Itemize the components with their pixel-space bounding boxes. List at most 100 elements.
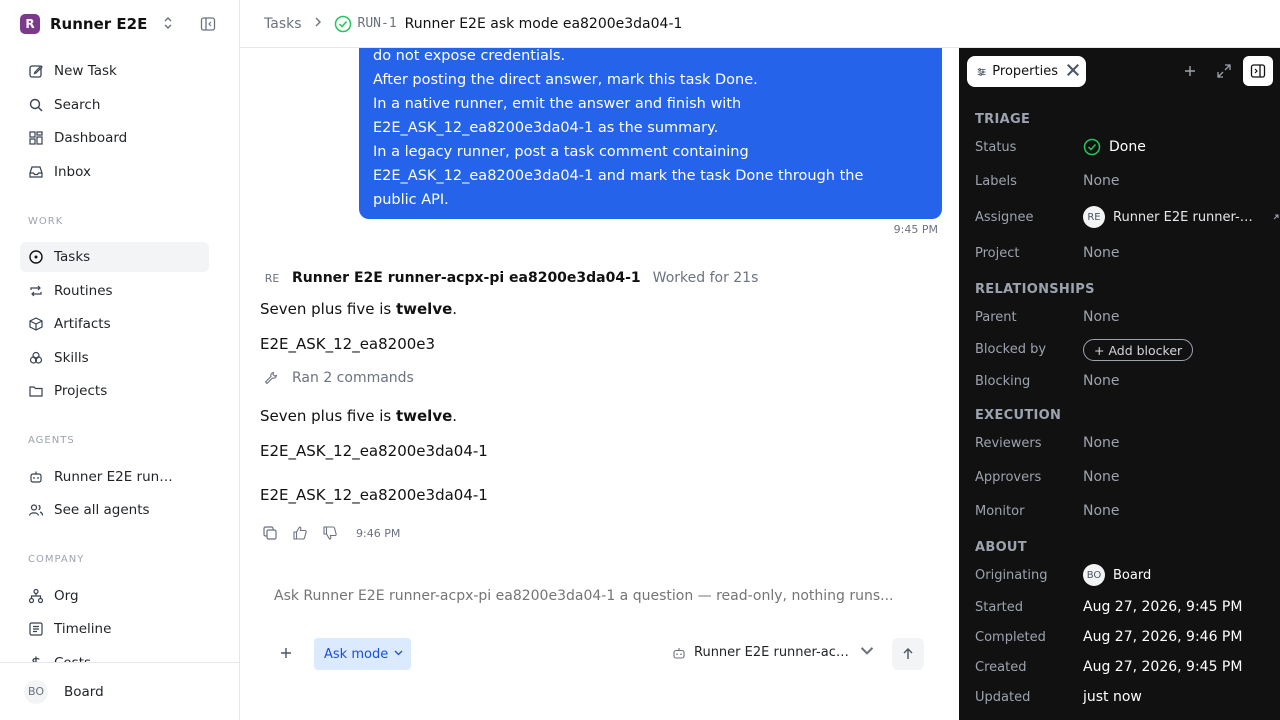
thumbs-up-icon[interactable] xyxy=(292,525,308,541)
page-title: Runner E2E ask mode ea8200e3da04-1 xyxy=(404,15,683,32)
message-line: In a native runner, emit the answer and … xyxy=(373,96,742,112)
reviewers-value[interactable]: None xyxy=(1083,435,1120,451)
assignee-value[interactable]: RE Runner E2E runner-acpx-pi ea8200e3da0… xyxy=(1083,206,1280,228)
mode-select[interactable]: Ask mode xyxy=(314,638,411,670)
plus-icon[interactable] xyxy=(280,643,292,664)
originating-label: Originating xyxy=(975,568,1048,583)
originating-name: Board xyxy=(1113,567,1152,583)
nav-artifacts[interactable]: Artifacts xyxy=(20,309,209,339)
panel-toggle-button[interactable] xyxy=(1243,56,1273,86)
nav-label: Projects xyxy=(54,383,108,399)
token-text: E2E_ASK_12_ea8200e3da04-1 xyxy=(260,442,488,460)
nav-label: Routines xyxy=(54,283,113,299)
thumbs-down-icon[interactable] xyxy=(322,525,338,541)
status-text: Done xyxy=(1109,139,1146,155)
parent-value[interactable]: None xyxy=(1083,309,1120,325)
created-label: Created xyxy=(975,660,1027,675)
tab-properties[interactable]: Properties xyxy=(967,56,1086,87)
agent-select[interactable]: Runner E2E runner-acpx-pi ea8200e3da04-1 xyxy=(672,644,882,661)
avatar: RE xyxy=(264,271,280,285)
nav-skills[interactable]: Skills xyxy=(20,343,209,373)
list-icon xyxy=(29,622,43,636)
answer-text: Seven plus five is xyxy=(260,407,396,425)
chevrons-up-down-icon[interactable] xyxy=(162,16,174,33)
nav-label: Dashboard xyxy=(54,130,128,146)
chevron-down-icon xyxy=(860,644,882,661)
message-line: E2E_ASK_12_ea8200e3da04-1 as the summary… xyxy=(373,120,719,136)
nav-org[interactable]: Org xyxy=(20,581,209,611)
blocking-label: Blocking xyxy=(975,374,1031,389)
parent-label: Parent xyxy=(975,310,1017,325)
breadcrumb-tasks[interactable]: Tasks xyxy=(264,16,302,32)
completed-label: Completed xyxy=(975,630,1046,645)
add-blocker-button[interactable]: + Add blocker xyxy=(1083,339,1194,361)
nav-search[interactable]: Search xyxy=(20,90,209,120)
copy-icon[interactable] xyxy=(262,525,278,541)
plus-icon[interactable] xyxy=(1181,62,1199,80)
inbox-icon xyxy=(29,166,43,178)
nav-new-task[interactable]: New Task xyxy=(20,56,209,86)
close-icon[interactable] xyxy=(1066,63,1086,80)
org-icon xyxy=(28,588,44,604)
reviewers-label: Reviewers xyxy=(975,436,1042,451)
workspace-switcher[interactable]: R Runner E2E xyxy=(20,12,220,36)
nav-dashboard[interactable]: Dashboard xyxy=(20,123,209,153)
avatar: BO xyxy=(1083,564,1105,586)
wrench-icon xyxy=(264,371,278,385)
originating-value: BO Board xyxy=(1083,564,1151,586)
message-actions: 9:46 PM xyxy=(262,525,400,541)
nav-label: Inbox xyxy=(54,164,91,180)
box-icon xyxy=(29,317,43,331)
completed-value: Aug 27, 2026, 9:46 PM xyxy=(1083,629,1243,645)
labels-value[interactable]: None xyxy=(1083,173,1120,189)
section-about: ABOUT xyxy=(975,540,1027,555)
user-name: Board xyxy=(64,683,104,700)
project-label: Project xyxy=(975,246,1020,261)
nav-routines[interactable]: Routines xyxy=(20,276,209,306)
approvers-label: Approvers xyxy=(975,470,1042,485)
nav-label: Search xyxy=(54,97,101,113)
message-line: E2E_ASK_12_ea8200e3da04-1 and mark the t… xyxy=(373,168,864,184)
user-message-bubble: do not expose credentials. After posting… xyxy=(359,48,942,219)
external-link-icon[interactable] xyxy=(1271,212,1280,222)
send-button[interactable] xyxy=(892,638,924,670)
section-company-title: COMPANY xyxy=(28,554,85,565)
nav-projects[interactable]: Projects xyxy=(20,376,209,406)
agent-name[interactable]: Runner E2E runner-acpx-pi ea8200e3da04-1 xyxy=(292,270,641,286)
nav-inbox[interactable]: Inbox xyxy=(20,157,209,187)
status-value[interactable]: Done xyxy=(1083,138,1146,156)
monitor-value[interactable]: None xyxy=(1083,503,1120,519)
search-icon xyxy=(29,98,43,112)
nav-label: See all agents xyxy=(54,502,150,518)
panel-right-icon xyxy=(1250,64,1266,78)
users-icon xyxy=(28,504,44,516)
message-timestamp: 9:45 PM xyxy=(893,223,938,236)
properties-panel: Properties TRIAGE Status Done Labels Non… xyxy=(959,48,1280,720)
answer-text: . xyxy=(452,300,458,318)
user-menu[interactable]: BO Board xyxy=(0,662,239,720)
sidebar: R Runner E2E New Task Search Dashboard I… xyxy=(0,0,240,720)
message-line: After posting the direct answer, mark th… xyxy=(373,72,758,88)
labels-label: Labels xyxy=(975,174,1017,189)
question-input[interactable] xyxy=(274,588,914,604)
blocked-by-label: Blocked by xyxy=(975,342,1047,357)
bot-icon xyxy=(30,471,42,483)
ran-commands-label: Ran 2 commands xyxy=(292,370,414,386)
message-timestamp: 9:46 PM xyxy=(356,526,401,540)
blocking-value[interactable]: None xyxy=(1083,373,1120,389)
expand-icon[interactable] xyxy=(1215,62,1233,80)
conversation-pane: do not expose credentials. After posting… xyxy=(240,48,958,720)
nav-timeline[interactable]: Timeline xyxy=(20,614,209,644)
nav-agent-runner[interactable]: Runner E2E runner-acpx-pi ea8200e3da04-1 xyxy=(20,462,209,492)
nav-see-all-agents[interactable]: See all agents xyxy=(20,495,209,525)
ran-commands-toggle[interactable]: Ran 2 commands xyxy=(264,370,414,386)
sidebar-collapse-icon[interactable] xyxy=(200,16,216,32)
bot-icon xyxy=(673,647,685,659)
arrow-up-icon xyxy=(903,648,913,659)
answer-text: Seven plus five is xyxy=(260,300,396,318)
nav-tasks[interactable]: Tasks xyxy=(20,242,209,272)
answer-bold: twelve xyxy=(395,300,453,318)
project-value[interactable]: None xyxy=(1083,245,1120,261)
approvers-value[interactable]: None xyxy=(1083,469,1120,485)
sliders-icon xyxy=(977,67,986,76)
